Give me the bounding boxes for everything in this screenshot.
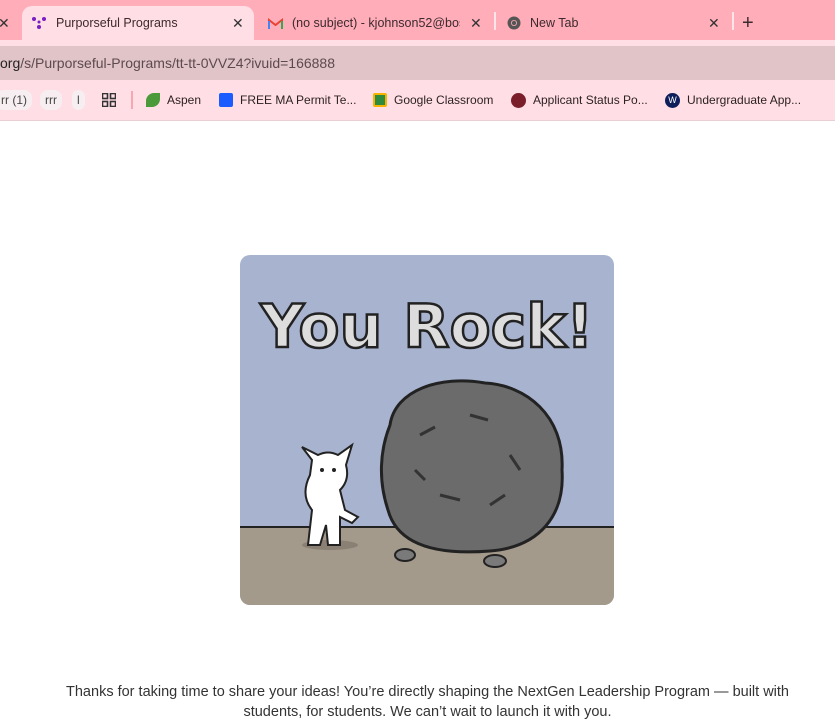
bookmark-label: Undergraduate App...: [687, 93, 802, 107]
bookmark-l[interactable]: l: [72, 90, 85, 110]
url-domain: org: [0, 55, 21, 71]
tab-gmail[interactable]: (no subject) - kjohnson52@bos ✕: [254, 6, 494, 40]
shield-icon: [219, 93, 233, 107]
dog-logo-icon: [511, 92, 526, 108]
close-icon[interactable]: ✕: [708, 15, 720, 32]
bookmark-label: l: [77, 93, 80, 107]
bookmark-undergraduate-app[interactable]: W Undergraduate App...: [665, 90, 801, 110]
close-icon[interactable]: ✕: [232, 15, 244, 32]
bookmark-aspen[interactable]: Aspen: [146, 90, 201, 110]
close-icon[interactable]: ✕: [470, 15, 482, 32]
new-tab-button[interactable]: +: [742, 6, 754, 40]
bookmark-rrr[interactable]: rrr: [40, 90, 62, 110]
bookmark-label: FREE MA Permit Te...: [240, 93, 357, 107]
bookmark-separator: [131, 91, 133, 109]
bookmark-label: Google Classroom: [394, 93, 494, 107]
leaf-icon: [146, 93, 160, 107]
tab-purporseful-programs[interactable]: Purporseful Programs ✕: [22, 6, 254, 40]
you-rock-caption: You Rock!: [259, 292, 593, 362]
tab-separator: [732, 12, 734, 30]
tab-new-tab[interactable]: New Tab ✕: [496, 6, 732, 40]
apps-grid-icon: [102, 93, 116, 107]
bookmark-label: rrr: [45, 93, 57, 107]
bookmark-label: Applicant Status Po...: [533, 93, 648, 107]
bookmark-ma-permit[interactable]: FREE MA Permit Te...: [219, 90, 356, 110]
bookmark-google-classroom[interactable]: Google Classroom: [373, 90, 493, 110]
tab-title: (no subject) - kjohnson52@bos: [292, 16, 460, 30]
tab-strip: ✕ Purporseful Programs ✕ (no subject) - …: [0, 0, 835, 40]
classroom-icon: [373, 93, 387, 107]
tab-title: Purporseful Programs: [56, 16, 178, 30]
address-bar[interactable]: org/s/Purporseful-Programs/tt-tt-0VVZ4?i…: [0, 46, 835, 80]
bookmark-label: Aspen: [167, 93, 202, 107]
you-rock-image: You Rock!: [240, 255, 614, 605]
close-icon[interactable]: ✕: [0, 15, 10, 32]
url-path: /s/Purporseful-Programs/tt-tt-0VVZ4?ivui…: [20, 55, 335, 71]
thank-you-message: Thanks for taking time to share your ide…: [0, 682, 835, 722]
apps-button[interactable]: [102, 90, 116, 110]
tab-title: New Tab: [530, 16, 579, 30]
gmail-icon: [268, 17, 283, 29]
bookmark-rr[interactable]: rr (1): [0, 90, 32, 110]
bookmark-applicant-status[interactable]: Applicant Status Po...: [511, 90, 648, 110]
message-line-2: students, for students. We can’t wait to…: [243, 704, 612, 720]
message-line-1: Thanks for taking time to share your ide…: [66, 684, 789, 700]
chrome-icon: [507, 16, 521, 30]
bookmark-label: rr (1): [1, 93, 27, 107]
tab-previous-partial[interactable]: ✕: [0, 6, 10, 40]
bookmarks-bar: rr (1) rrr l Aspen FREE MA Permit Te... …: [0, 80, 835, 121]
w-logo-icon: W: [665, 92, 680, 108]
toolbar: org/s/Purporseful-Programs/tt-tt-0VVZ4?i…: [0, 40, 835, 80]
purpose-logo-icon: [32, 17, 46, 29]
